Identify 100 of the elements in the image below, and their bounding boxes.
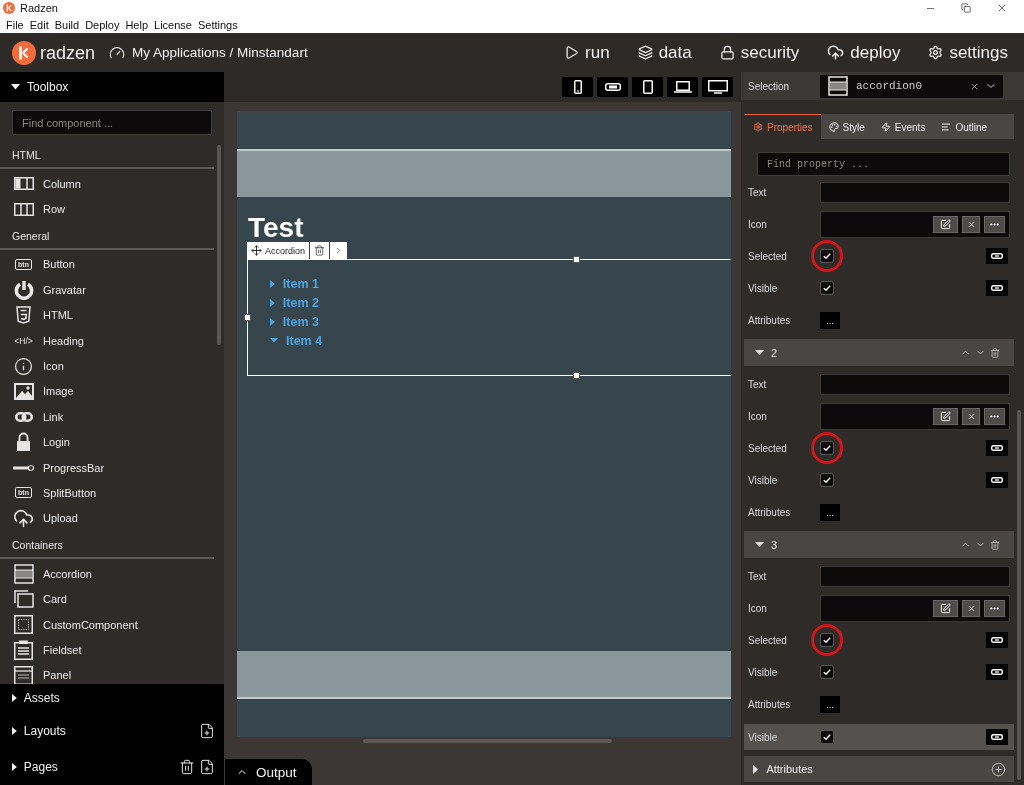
attributes-button[interactable]: ...	[820, 503, 840, 521]
toolbox-item[interactable]: Icon	[0, 353, 224, 379]
checkbox[interactable]	[820, 473, 834, 487]
toolbox-item[interactable]: CustomComponent	[0, 611, 224, 638]
new-file-icon[interactable]	[199, 722, 215, 739]
toolbox-item[interactable]: Upload	[0, 505, 224, 532]
toolbox-item[interactable]: <H/> Heading	[0, 327, 224, 354]
selection-dropdown[interactable]: accordion0	[820, 74, 1003, 98]
edit-button[interactable]	[933, 599, 958, 617]
search-field[interactable]: Find component ...	[12, 110, 212, 135]
resize-handle[interactable]	[573, 372, 580, 379]
checkbox[interactable]	[820, 281, 834, 295]
toolbox-toggle[interactable]: Toolbox	[11, 79, 69, 95]
restore-icon[interactable]	[961, 3, 971, 13]
binding-button[interactable]	[986, 472, 1008, 488]
device-button[interactable]	[702, 77, 733, 97]
edit-button[interactable]	[933, 215, 958, 233]
resize-handle[interactable]	[573, 256, 580, 263]
panel-toggle[interactable]: Layouts	[12, 722, 66, 739]
more-button[interactable]	[984, 599, 1005, 617]
output-tab[interactable]: Output	[225, 759, 312, 785]
menu-item[interactable]: Deploy	[85, 17, 120, 32]
toolbox-item[interactable]: Column	[0, 171, 224, 197]
panel-toggle[interactable]: Pages	[12, 759, 58, 775]
group-header[interactable]: 3	[744, 531, 1014, 558]
panel-toggle[interactable]: Assets	[12, 690, 60, 706]
toolbox-item[interactable]: Image	[0, 378, 224, 405]
binding-button[interactable]	[986, 248, 1008, 264]
accordion-item[interactable]: Item 3	[270, 312, 319, 331]
clear-button[interactable]	[962, 599, 980, 617]
trash-icon[interactable]	[179, 759, 195, 775]
clear-icon[interactable]	[970, 81, 979, 91]
menu-item[interactable]: Build	[54, 17, 80, 32]
menu-item[interactable]: Help	[125, 17, 149, 32]
resize-handle[interactable]	[244, 314, 251, 321]
tab[interactable]: Events	[872, 114, 934, 139]
new-file-icon[interactable]	[199, 759, 215, 775]
nav-item[interactable]: security	[719, 41, 800, 64]
checkbox[interactable]	[820, 249, 834, 263]
logo-icon[interactable]	[12, 40, 36, 65]
binding-button[interactable]	[986, 280, 1008, 296]
menu-item[interactable]: Edit	[29, 17, 49, 32]
component-tag[interactable]: Accordion	[247, 242, 310, 259]
device-button[interactable]	[562, 77, 593, 97]
nav-item[interactable]: run	[564, 41, 610, 64]
checkbox[interactable]	[820, 730, 834, 744]
tab[interactable]: Outline	[933, 114, 1014, 139]
binding-button[interactable]	[986, 440, 1008, 456]
toolbox-item[interactable]: Fieldset	[0, 637, 224, 663]
nav-item[interactable]: deploy	[827, 41, 901, 64]
more-button[interactable]	[984, 407, 1005, 425]
menu-item[interactable]: Settings	[197, 17, 238, 32]
toolbox-item[interactable]: Link	[0, 404, 224, 430]
toolbox-item[interactable]: Card	[0, 586, 224, 612]
toolbox-item[interactable]: Panel	[0, 662, 224, 684]
toolbox-item[interactable]: Row	[0, 196, 224, 222]
accordion-item[interactable]: Item 4	[270, 331, 323, 350]
clear-button[interactable]	[962, 407, 980, 425]
scrollbar-thumb[interactable]	[363, 739, 612, 743]
section-toggle[interactable]: Attributes	[753, 762, 813, 776]
accordion-item[interactable]: Item 1	[270, 274, 319, 293]
tab[interactable]: Style	[820, 114, 873, 139]
icon-input-field[interactable]	[820, 210, 1010, 238]
device-button[interactable]	[667, 77, 698, 97]
text-input-field[interactable]	[820, 565, 1010, 587]
scrollbar-thumb[interactable]	[1017, 410, 1021, 780]
checkbox[interactable]	[820, 633, 834, 647]
menu-item[interactable]: File	[6, 17, 24, 32]
toolbox-item[interactable]: ProgressBar	[0, 454, 224, 481]
toolbox-item[interactable]: HTML	[0, 302, 224, 328]
property-search-field[interactable]: Find property ...	[757, 152, 1010, 176]
nav-item[interactable]: data	[637, 41, 692, 64]
toolbox-item[interactable]: Accordion	[0, 561, 224, 587]
text-input-field[interactable]	[820, 373, 1010, 395]
edit-button[interactable]	[933, 407, 958, 425]
toolbox-item[interactable]: Gravatar	[0, 277, 224, 303]
checkbox[interactable]	[820, 665, 834, 679]
more-button[interactable]	[984, 215, 1005, 233]
text-input-field[interactable]	[820, 181, 1010, 203]
attributes-button[interactable]: ...	[820, 695, 840, 713]
clear-button[interactable]	[962, 215, 980, 233]
menu-item[interactable]: License	[154, 17, 192, 32]
binding-button[interactable]	[986, 729, 1008, 745]
scrollbar-thumb[interactable]	[217, 145, 221, 345]
close-icon[interactable]	[996, 2, 1008, 14]
group-header[interactable]: 2	[744, 339, 1014, 366]
add-icon[interactable]	[991, 761, 1006, 777]
accordion-item[interactable]: Item 2	[270, 293, 319, 312]
device-button[interactable]	[632, 77, 663, 97]
toolbox-item[interactable]: Login	[0, 429, 224, 455]
breadcrumb[interactable]: My Applications / Minstandart	[132, 43, 308, 62]
icon-input-field[interactable]	[820, 402, 1010, 430]
brand-name[interactable]: radzen	[40, 41, 96, 64]
binding-button[interactable]	[986, 632, 1008, 648]
device-button[interactable]	[597, 77, 628, 97]
checkbox[interactable]	[820, 441, 834, 455]
nav-item[interactable]: settings	[928, 41, 1008, 64]
binding-button[interactable]	[986, 664, 1008, 680]
attributes-button[interactable]: ...	[820, 311, 840, 329]
icon-input-field[interactable]	[820, 594, 1010, 622]
